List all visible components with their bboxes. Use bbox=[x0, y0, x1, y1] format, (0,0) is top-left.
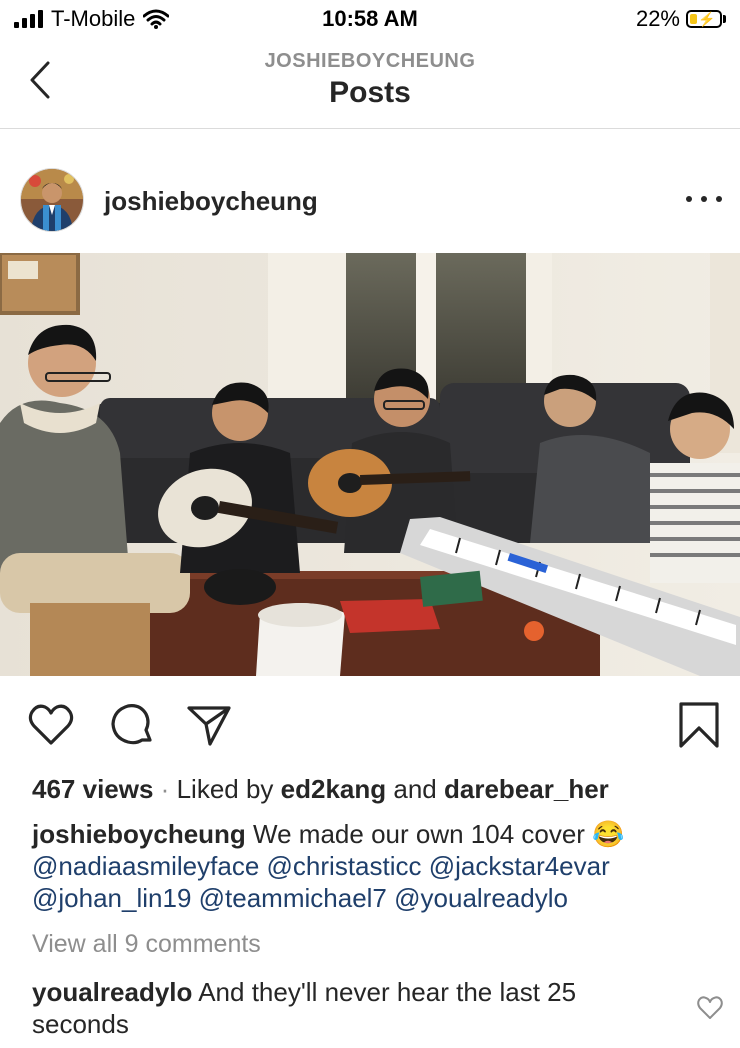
separator: · bbox=[160, 774, 170, 804]
post-header: joshieboycheung bbox=[0, 160, 740, 240]
mention-link[interactable]: @nadiaasmileyface bbox=[32, 851, 259, 881]
likes-summary: 467 views · Liked by ed2kang and darebea… bbox=[32, 774, 609, 805]
status-bar: T-Mobile 10:58 AM 22% ⚡ bbox=[0, 0, 740, 40]
comment-username[interactable]: youalreadylo bbox=[32, 977, 192, 1007]
status-right: 22% ⚡ bbox=[636, 6, 726, 32]
video-frame-image bbox=[0, 253, 740, 676]
mention-link[interactable]: @johan_lin19 bbox=[32, 883, 191, 913]
post-caption: joshieboycheung We made our own 104 cove… bbox=[32, 818, 712, 914]
post-username[interactable]: joshieboycheung bbox=[104, 186, 318, 217]
comment-icon[interactable] bbox=[106, 700, 156, 750]
mention-link[interactable]: @youalreadylo bbox=[394, 883, 568, 913]
status-time: 10:58 AM bbox=[322, 6, 418, 31]
share-icon[interactable] bbox=[184, 700, 234, 750]
mention-link[interactable]: @jackstar4evar bbox=[429, 851, 610, 881]
comment-item: youalreadylo And they'll never hear the … bbox=[32, 976, 672, 1040]
battery-tip bbox=[723, 15, 726, 23]
nav-subtitle: JOSHIEBOYCHEUNG bbox=[264, 50, 476, 72]
mention-link[interactable]: @teammichael7 bbox=[199, 883, 387, 913]
bookmark-icon[interactable] bbox=[674, 700, 724, 750]
battery-fill bbox=[690, 14, 698, 24]
heart-icon[interactable] bbox=[26, 700, 76, 750]
liked-user-1[interactable]: ed2kang bbox=[281, 774, 387, 804]
liked-by-prefix: Liked by bbox=[176, 774, 274, 804]
heart-icon[interactable] bbox=[696, 994, 724, 1022]
liked-user-2[interactable]: darebear_her bbox=[444, 774, 609, 804]
caption-text: We made our own 104 cover 😂 bbox=[253, 819, 625, 849]
battery-icon: ⚡ bbox=[686, 10, 722, 28]
caption-username[interactable]: joshieboycheung bbox=[32, 819, 246, 849]
views-count[interactable]: 467 views bbox=[32, 774, 153, 804]
avatar[interactable] bbox=[20, 168, 84, 232]
liked-and: and bbox=[393, 774, 437, 804]
mention-link[interactable]: @christasticc bbox=[267, 851, 422, 881]
battery-percent: 22% bbox=[635, 6, 680, 31]
charging-bolt-icon: ⚡ bbox=[698, 11, 716, 27]
action-bar bbox=[0, 690, 740, 760]
view-all-comments-link[interactable]: View all 9 comments bbox=[32, 930, 261, 959]
post-video[interactable] bbox=[0, 253, 740, 676]
page-title: Posts bbox=[329, 76, 411, 109]
nav-header: JOSHIEBOYCHEUNG Posts bbox=[0, 40, 740, 129]
more-horizontal-icon[interactable] bbox=[686, 184, 722, 214]
avatar-image bbox=[21, 169, 83, 231]
